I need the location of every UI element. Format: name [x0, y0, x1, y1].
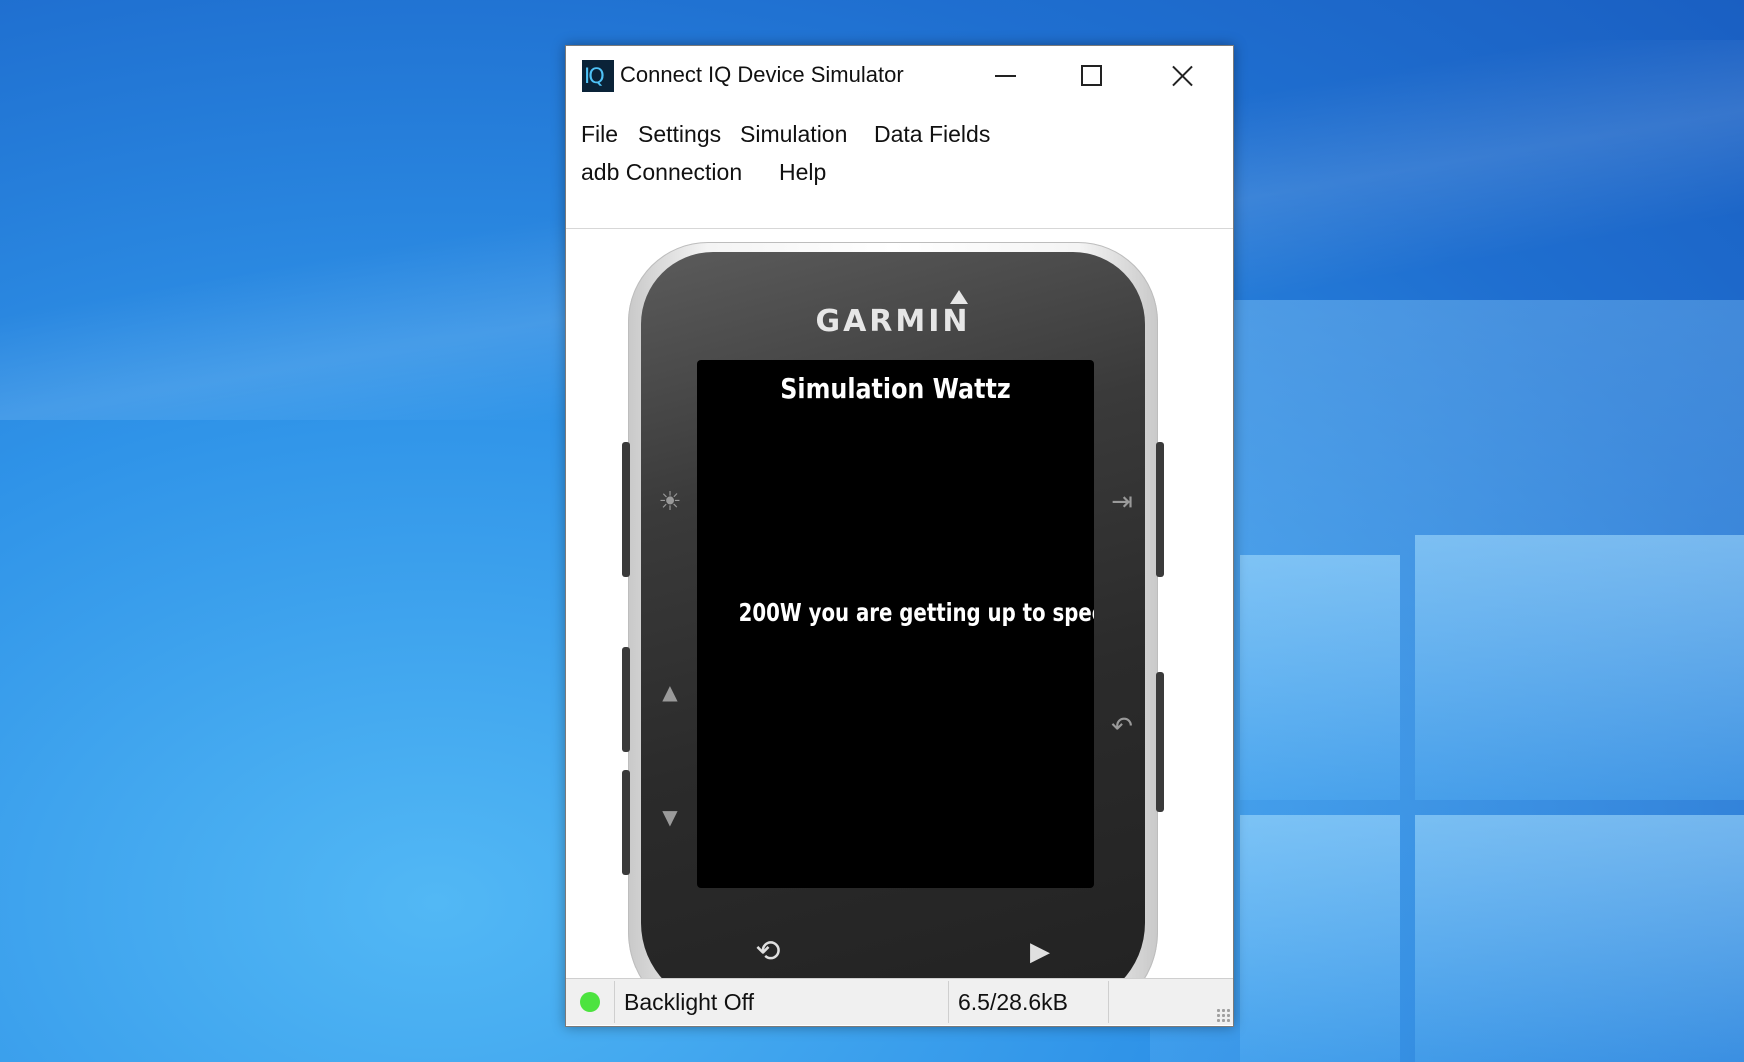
device-screen: Simulation Wattz 200W you are getting up… — [697, 360, 1094, 888]
minimize-button[interactable] — [958, 46, 1046, 104]
side-button-back[interactable] — [1156, 672, 1164, 812]
resize-grip[interactable] — [1216, 1008, 1230, 1022]
menu-bar: File Settings Simulation Data Fields adb… — [566, 106, 1233, 229]
side-button-enter[interactable] — [1156, 442, 1164, 577]
screen-title: Simulation Wattz — [780, 372, 1011, 405]
simulator-canvas: GARMIN Simulation Wattz 200W you are get… — [568, 230, 1231, 1023]
connect-iq-app-icon: IQ — [582, 60, 614, 92]
side-button-down[interactable] — [622, 770, 630, 875]
windows-logo — [1240, 510, 1744, 1062]
close-button[interactable] — [1134, 46, 1233, 104]
garmin-logo-triangle — [950, 290, 968, 304]
arrow-up-icon[interactable]: ▲ — [650, 672, 690, 712]
menu-simulation[interactable]: Simulation — [740, 119, 847, 149]
screen-message: 200W you are getting up to speed — [738, 598, 1094, 627]
side-button-light[interactable] — [622, 442, 630, 577]
light-icon[interactable]: ☀ — [650, 482, 690, 522]
title-bar[interactable]: IQ Connect IQ Device Simulator — [566, 46, 1233, 104]
menu-adb-connection[interactable]: adb Connection — [581, 157, 742, 187]
menu-file[interactable]: File — [581, 119, 618, 149]
backlight-status: Backlight Off — [624, 989, 754, 1015]
window-title: Connect IQ Device Simulator — [620, 62, 904, 87]
status-bar: Backlight Off 6.5/28.6kB — [566, 978, 1233, 1025]
start-stop-icon[interactable]: ▶ — [1020, 932, 1060, 972]
side-button-up[interactable] — [622, 647, 630, 752]
simulator-window[interactable]: IQ Connect IQ Device Simulator File Sett… — [565, 45, 1234, 1027]
garmin-logo: GARMIN — [815, 304, 971, 339]
menu-data-fields[interactable]: Data Fields — [874, 119, 990, 149]
menu-help[interactable]: Help — [779, 157, 826, 187]
lap-icon[interactable]: ⟲ — [748, 932, 788, 972]
menu-settings[interactable]: Settings — [638, 119, 721, 149]
garmin-edge-device: GARMIN Simulation Wattz 200W you are get… — [622, 242, 1164, 1022]
memory-usage: 6.5/28.6kB — [958, 989, 1068, 1015]
connection-status-indicator — [580, 992, 600, 1012]
maximize-button[interactable] — [1046, 46, 1134, 104]
arrow-down-icon[interactable]: ▼ — [650, 797, 690, 837]
enter-icon[interactable]: ⇥ — [1102, 482, 1142, 522]
back-icon[interactable]: ↶ — [1102, 707, 1142, 747]
